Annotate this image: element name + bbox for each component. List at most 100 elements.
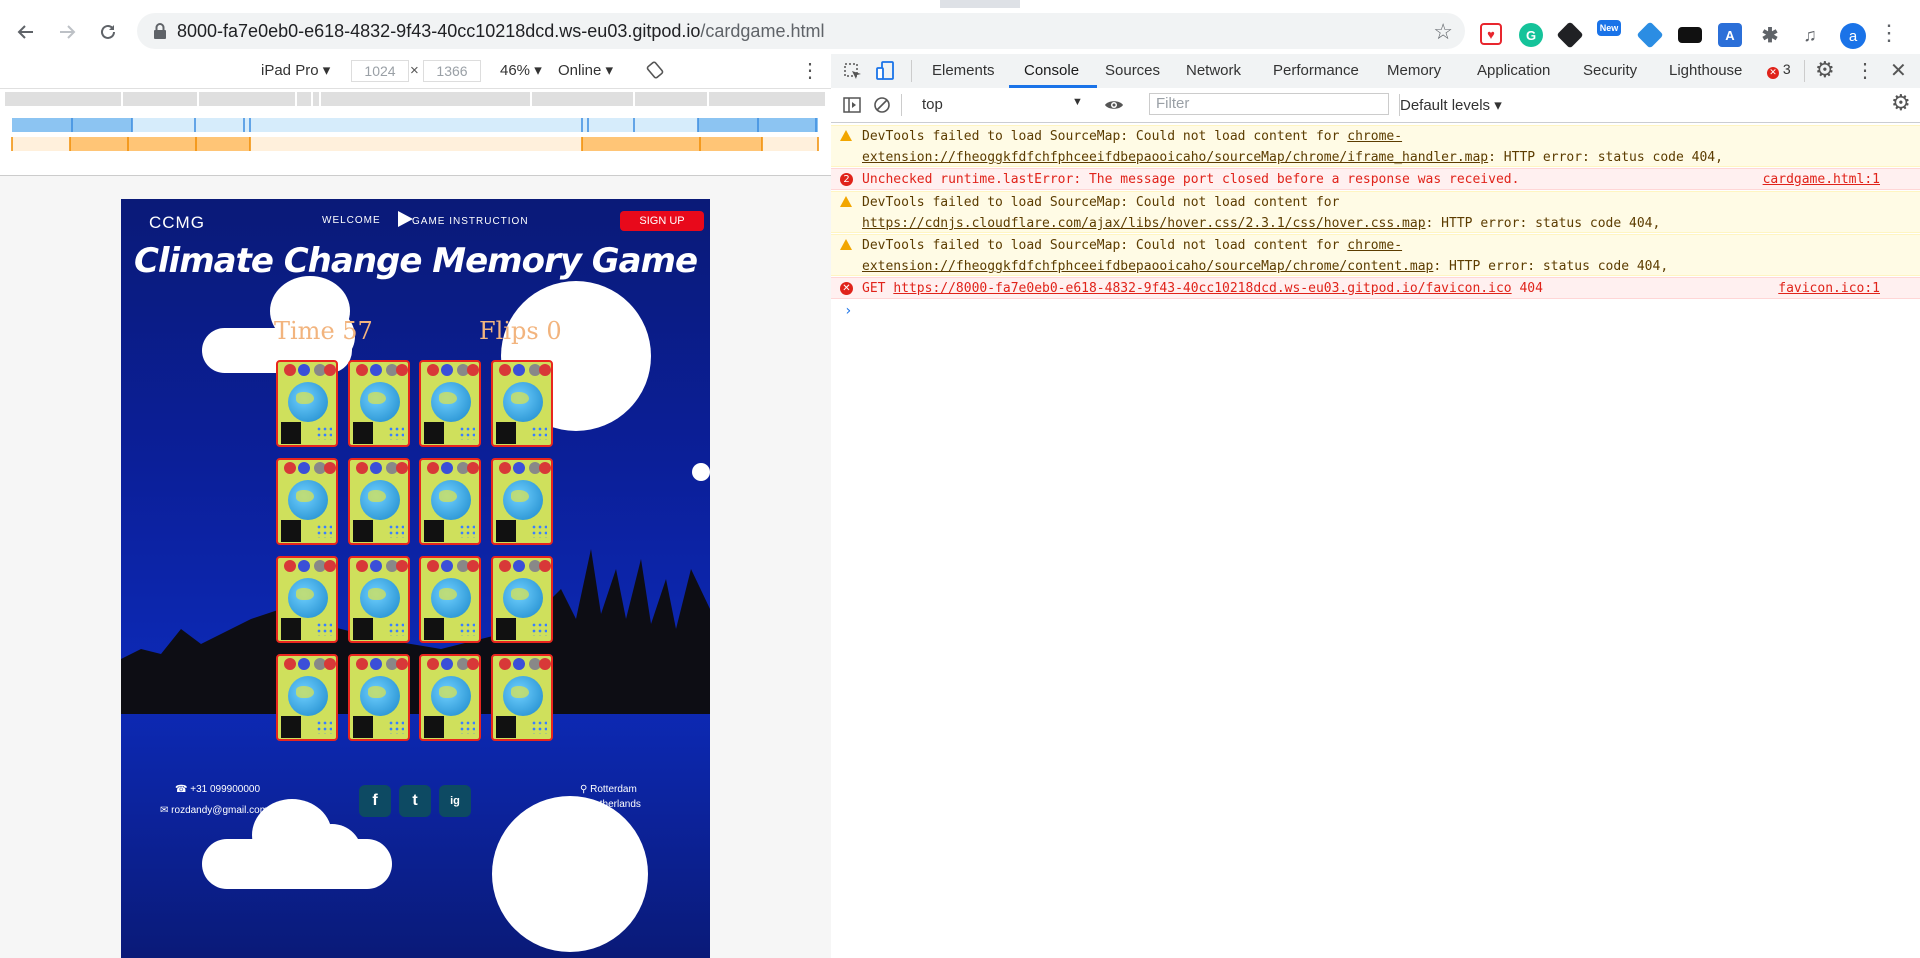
zoom-select[interactable]: 46% ▾ — [500, 61, 542, 79]
pin-icon — [369, 364, 382, 376]
context-select[interactable]: top — [922, 96, 943, 113]
memory-card[interactable] — [419, 360, 481, 447]
signup-button[interactable]: SIGN UP — [620, 211, 704, 231]
memory-card[interactable] — [347, 360, 410, 447]
solar-panel-icon — [495, 716, 516, 738]
memory-card[interactable] — [347, 458, 410, 545]
context-value: top — [922, 96, 943, 113]
memory-card[interactable] — [276, 360, 338, 447]
settings-gear-icon[interactable]: ⚙ — [1815, 57, 1835, 83]
memory-card[interactable] — [347, 556, 410, 643]
memory-card[interactable] — [490, 556, 553, 643]
pin-icon — [284, 364, 296, 376]
console-filter-input[interactable]: Filter — [1149, 93, 1389, 115]
land-shape — [367, 588, 386, 600]
sourcemap-link[interactable]: https://cdnjs.cloudflare.com/ajax/libs/h… — [862, 216, 1426, 231]
browser-menu-icon[interactable]: ⋮ — [1878, 22, 1900, 44]
grass-silhouette — [121, 549, 710, 714]
network-throttle-select[interactable]: Online ▾ — [558, 61, 613, 79]
tab-sources[interactable]: Sources — [1105, 62, 1160, 79]
memory-card[interactable] — [276, 458, 338, 545]
memory-card[interactable] — [347, 654, 410, 741]
memory-card[interactable] — [419, 458, 481, 545]
tab-elements[interactable]: Elements — [932, 62, 995, 79]
media-control-icon[interactable]: ♫ — [1798, 23, 1822, 47]
eye-icon[interactable] — [1104, 97, 1124, 113]
pin-icon — [395, 462, 408, 474]
pin-icon — [395, 658, 408, 670]
clear-console-icon[interactable] — [873, 96, 891, 114]
bookmark-star-icon[interactable]: ☆ — [1433, 19, 1453, 45]
divider — [911, 60, 912, 82]
memory-card[interactable] — [276, 556, 338, 643]
source-link[interactable]: favicon.ico:1 — [1778, 278, 1880, 299]
tab[interactable] — [0, 0, 940, 8]
facebook-icon[interactable]: f — [359, 785, 391, 817]
extension-pocket-icon[interactable]: ♥ — [1480, 23, 1502, 45]
console-toolbar: top ▼ Filter Default levels ▾ ⚙ — [831, 88, 1920, 123]
nav-welcome-link[interactable]: WELCOME — [322, 215, 381, 226]
request-url-link[interactable]: https://8000-fa7e0eb0-e618-4832-9f43-40c… — [893, 281, 1511, 296]
tab-console[interactable]: Console — [1024, 62, 1079, 79]
footer-email[interactable]: ✉ rozdandy@gmail.com — [160, 805, 268, 816]
error-counter[interactable]: ✕ 3 — [1767, 61, 1791, 79]
memory-card[interactable] — [490, 458, 553, 545]
viewport-height-input[interactable]: 1366 — [423, 60, 481, 82]
url-host: 8000-fa7e0eb0-e618-4832-9f43-40cc10218dc… — [177, 21, 701, 41]
pin-icon — [512, 658, 525, 670]
solar-panel-icon — [495, 618, 516, 640]
memory-card[interactable] — [490, 360, 553, 447]
instagram-icon[interactable]: ig — [439, 785, 471, 817]
console-prompt-icon[interactable]: › — [844, 303, 852, 319]
inspect-element-icon[interactable] — [843, 62, 863, 82]
tab-network[interactable]: Network — [1186, 62, 1241, 79]
memory-card[interactable] — [419, 556, 481, 643]
extension-cube-icon[interactable] — [1556, 21, 1584, 49]
source-link[interactable]: cardgame.html:1 — [1763, 169, 1880, 190]
tab-security[interactable]: Security — [1583, 62, 1637, 79]
site-logo[interactable]: CCMG — [149, 213, 205, 233]
reload-button[interactable] — [94, 18, 122, 46]
device-toggle-icon[interactable] — [876, 60, 896, 82]
divider — [901, 94, 902, 116]
extension-terminal-icon[interactable] — [1678, 27, 1702, 43]
extension-grammarly-icon[interactable]: G — [1519, 23, 1543, 47]
extension-translate-icon[interactable]: A — [1718, 23, 1742, 47]
extension-new-icon[interactable]: New — [1597, 20, 1621, 36]
device-menu-icon[interactable]: ⋮ — [800, 58, 820, 83]
nav-instruction-link[interactable]: GAME INSTRUCTION — [412, 216, 529, 227]
email-address: rozdandy@gmail.com — [171, 805, 269, 816]
pin-icon — [441, 658, 453, 670]
tab-performance[interactable]: Performance — [1273, 62, 1359, 79]
tab-application[interactable]: Application — [1477, 62, 1550, 79]
profile-avatar[interactable]: a — [1840, 23, 1866, 49]
extensions-puzzle-icon[interactable]: ✱ — [1758, 23, 1782, 47]
close-devtools-icon[interactable]: ✕ — [1890, 58, 1907, 83]
pin-icon — [284, 560, 296, 572]
address-bar[interactable]: 8000-fa7e0eb0-e618-4832-9f43-40cc10218dc… — [137, 13, 1465, 49]
solar-panel-icon — [281, 422, 301, 444]
device-select[interactable]: iPad Pro ▾ — [261, 61, 330, 79]
forward-button[interactable] — [53, 18, 81, 46]
viewport-width-input[interactable]: 1024 — [351, 60, 409, 82]
back-button[interactable] — [12, 18, 40, 46]
land-shape — [367, 490, 386, 502]
tab-lighthouse[interactable]: Lighthouse — [1669, 62, 1742, 79]
devtools-menu-icon[interactable]: ⋮ — [1855, 58, 1875, 83]
console-settings-gear-icon[interactable]: ⚙ — [1891, 90, 1911, 116]
solar-panel-icon — [281, 716, 301, 738]
extension-hexagon-icon[interactable] — [1636, 21, 1664, 49]
pin-icon — [538, 462, 551, 474]
twitter-icon[interactable]: t — [399, 785, 431, 817]
memory-card[interactable] — [419, 654, 481, 741]
sidebar-toggle-icon[interactable] — [843, 96, 861, 114]
memory-card[interactable] — [490, 654, 553, 741]
solar-panel-icon — [424, 618, 444, 640]
tab-memory[interactable]: Memory — [1387, 62, 1441, 79]
rotate-icon[interactable] — [646, 61, 664, 79]
log-levels-select[interactable]: Default levels ▾ — [1400, 96, 1502, 114]
memory-card[interactable] — [276, 654, 338, 741]
pin-icon — [427, 658, 439, 670]
solar-panel-icon — [281, 520, 301, 542]
tab[interactable] — [1020, 0, 1920, 8]
